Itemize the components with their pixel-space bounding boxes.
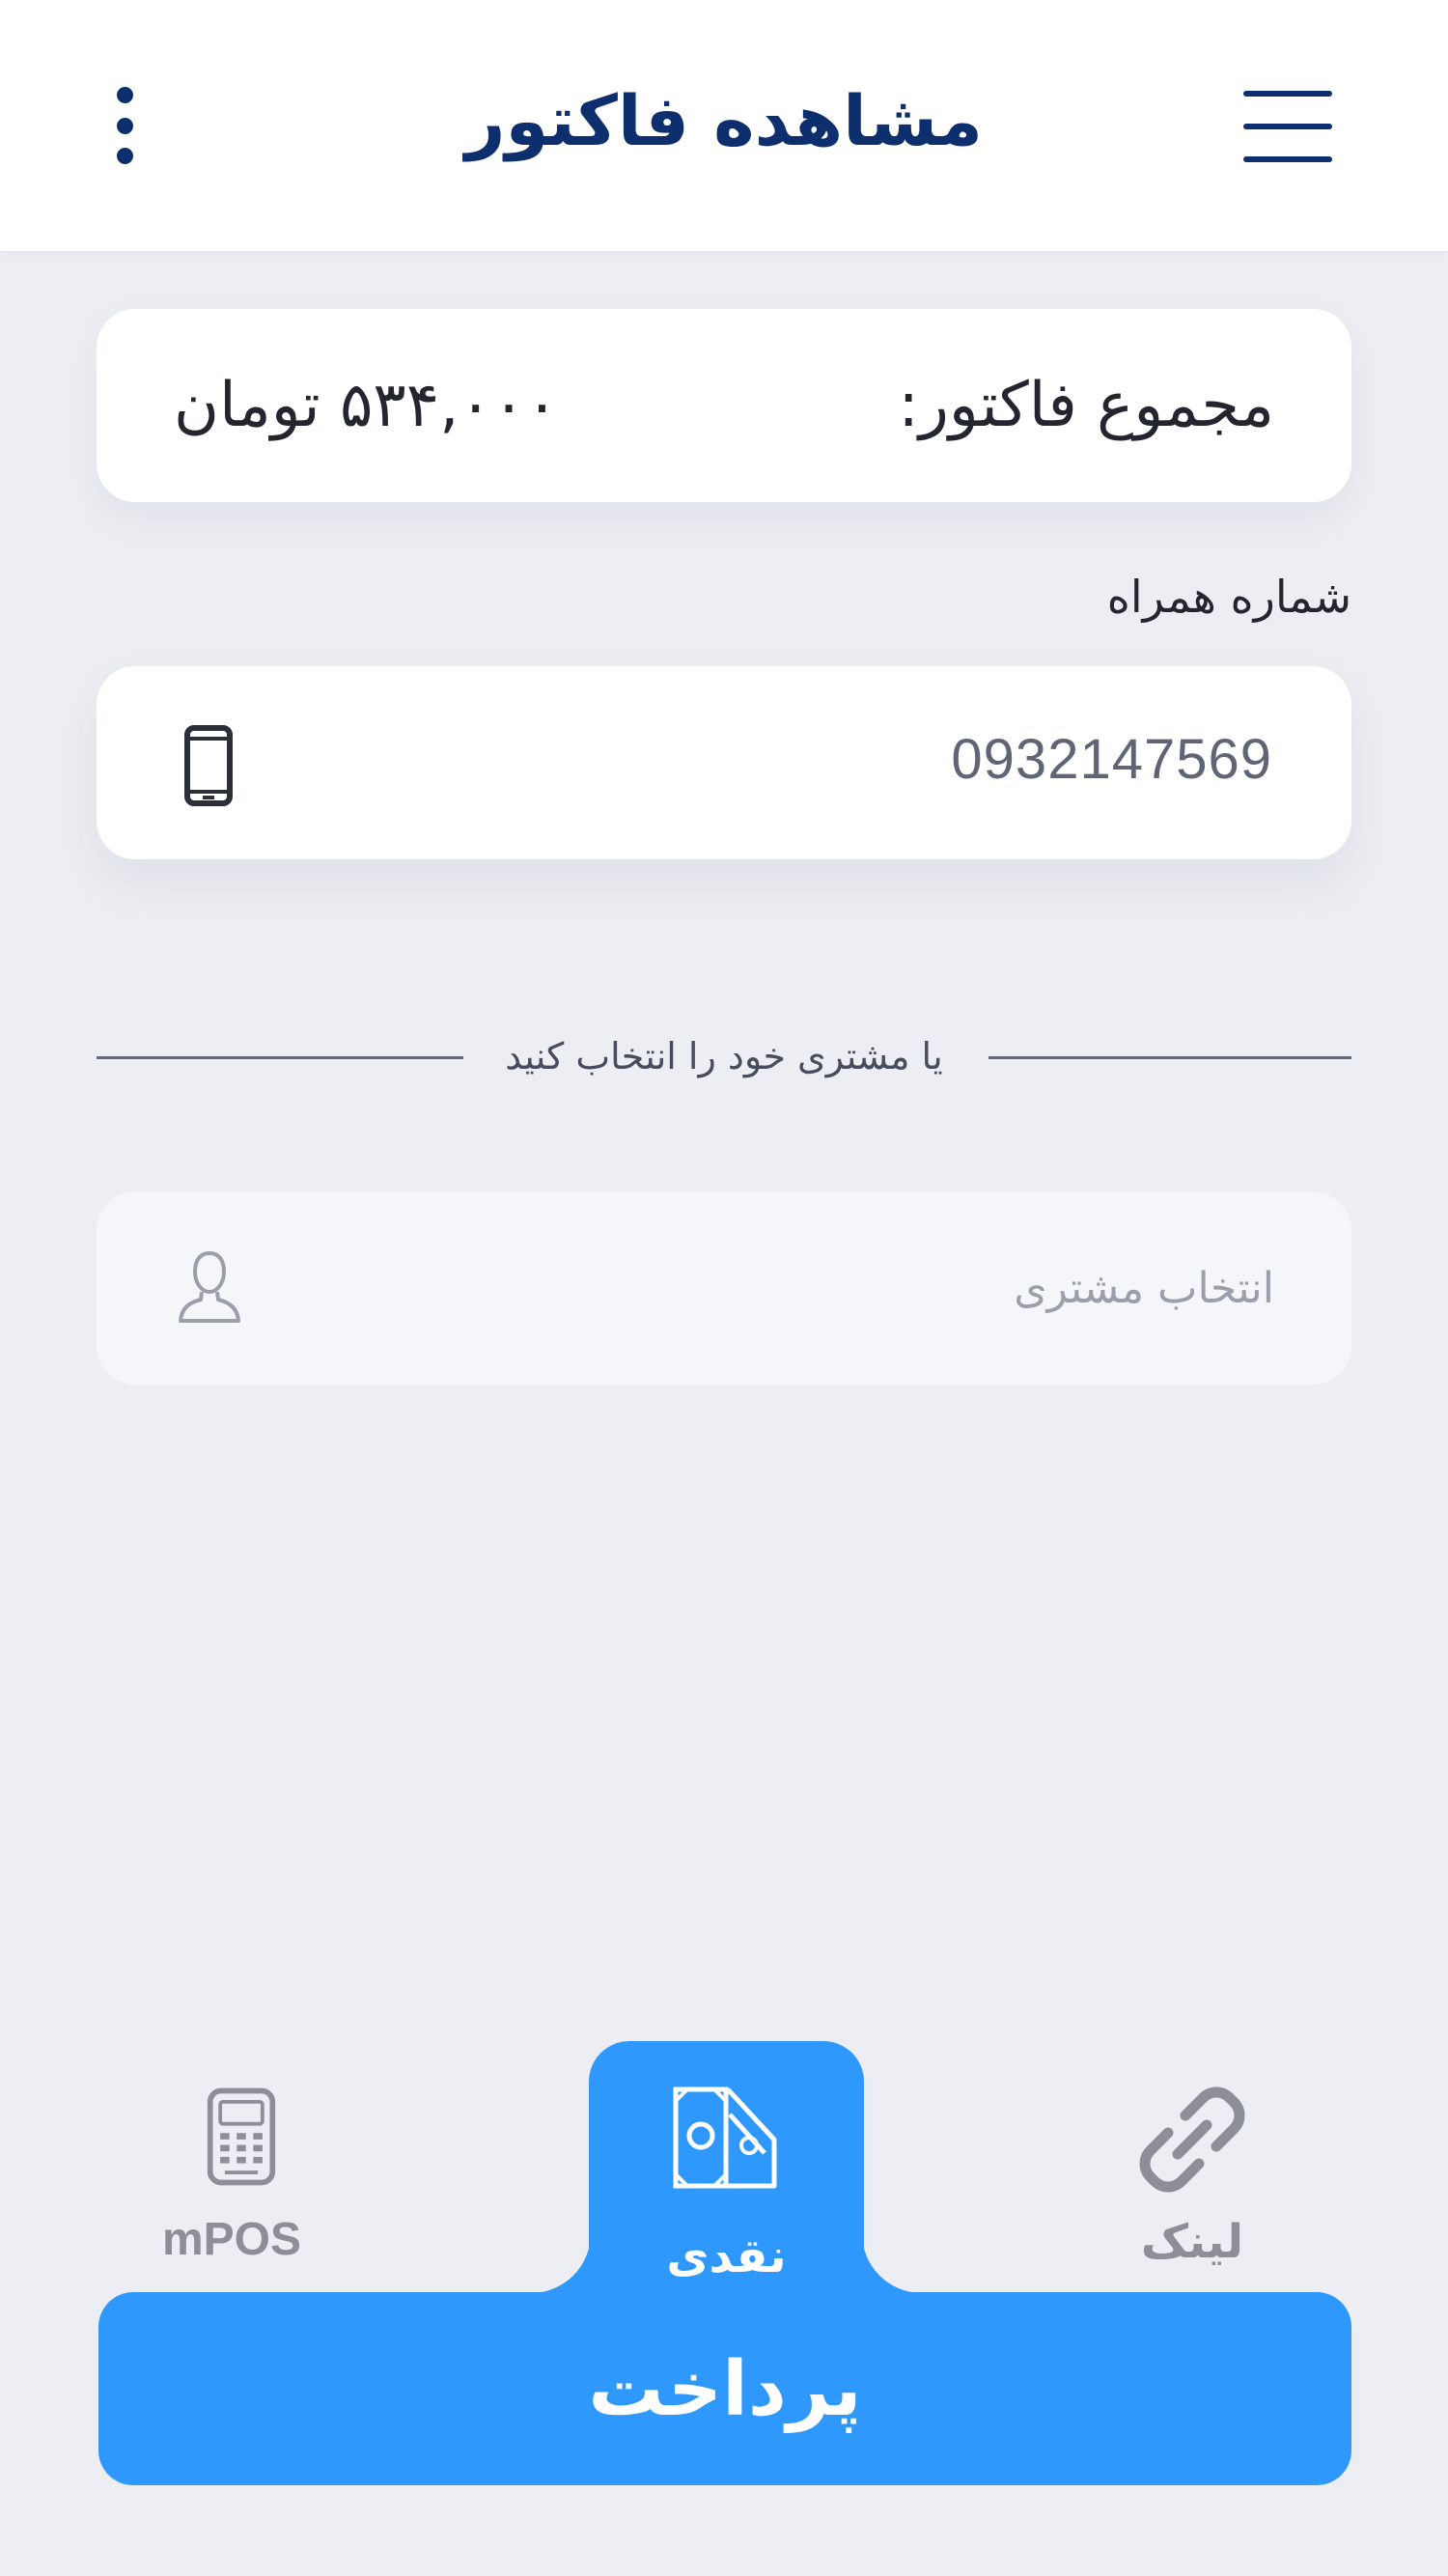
select-customer-field[interactable]: انتخاب مشتری [97, 1191, 1351, 1385]
select-customer-placeholder: انتخاب مشتری [1014, 1264, 1274, 1313]
cash-icon [673, 2086, 777, 2189]
phone-input-value: 0932147569 [951, 728, 1272, 791]
cash-tab-notch-right [862, 2233, 922, 2293]
invoice-total-card: مجموع فاکتور: ۵۳۴,۰۰۰ تومان [97, 309, 1351, 502]
phone-input[interactable]: 0932147569 [97, 666, 1351, 859]
tab-cash[interactable]: نقدی [589, 2041, 864, 2331]
link-icon [1139, 2086, 1245, 2193]
divider-text: یا مشتری خود را انتخاب کنید [505, 1035, 943, 1078]
cash-tab-notch-left [531, 2233, 591, 2293]
mobile-phone-icon [184, 725, 233, 806]
tab-link[interactable]: لینک [1100, 2081, 1284, 2274]
divider-line-left [97, 1056, 463, 1059]
app-header: مشاهده فاکتور [0, 0, 1448, 251]
pay-button[interactable]: پرداخت [98, 2292, 1351, 2485]
hamburger-menu-icon[interactable] [1243, 91, 1332, 162]
tab-cash-label: نقدی [666, 2229, 787, 2283]
page-title: مشاهده فاکتور [465, 80, 983, 161]
user-icon [179, 1250, 240, 1323]
tab-link-label: لینک [1140, 2215, 1244, 2269]
phone-field-label: شماره همراه [1106, 571, 1351, 623]
pay-button-label: پرداخت [588, 2346, 862, 2433]
invoice-total-amount: ۵۳۴,۰۰۰ تومان [174, 370, 559, 441]
invoice-total-label: مجموع فاکتور: [898, 370, 1274, 441]
pos-terminal-icon [207, 2087, 276, 2186]
tab-mpos-label: mPOS [161, 2214, 302, 2265]
divider-line-right [989, 1056, 1351, 1059]
tab-mpos[interactable]: mPOS [145, 2081, 319, 2274]
